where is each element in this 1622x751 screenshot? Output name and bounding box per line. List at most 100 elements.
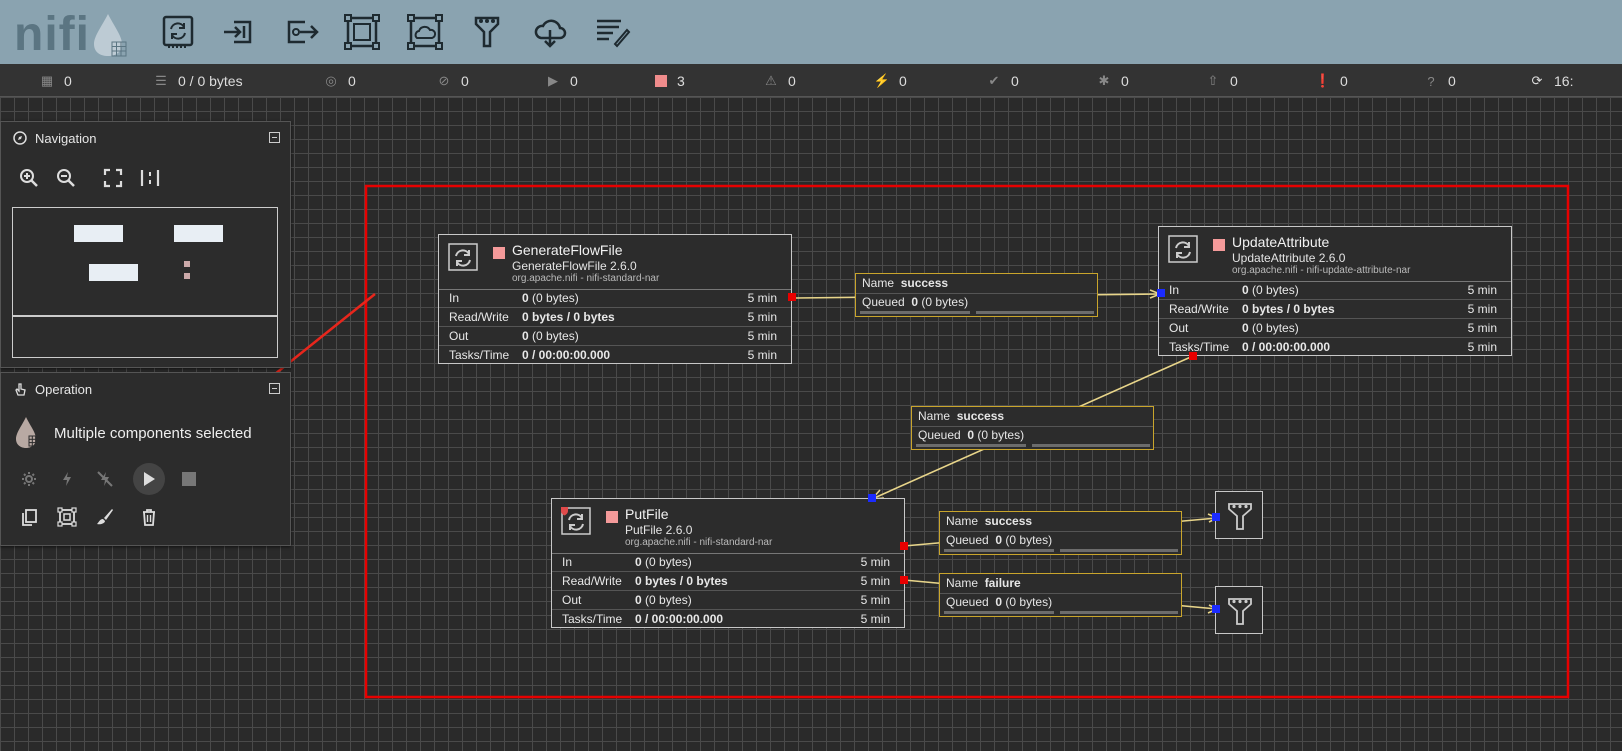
arrow-up-circle-icon: ⇧ [1207, 73, 1219, 88]
stat-row-in: In 0 (0 bytes) 5 min [1159, 281, 1511, 300]
stat-row-tasks: Tasks/Time 0 / 00:00:00.000 5 min [1169, 340, 1497, 354]
zoom-out-button[interactable] [55, 167, 77, 189]
queued-stat: ☰ 0 / 0 bytes [155, 73, 243, 89]
output-port-marker [1189, 352, 1197, 360]
configure-button[interactable] [15, 465, 43, 493]
processor-putfile[interactable]: PutFile PutFile 2.6.0 org.apache.nifi - … [551, 498, 905, 628]
collapse-operation-button[interactable] [269, 383, 280, 394]
funnel-icon [474, 16, 500, 48]
output-port-marker [900, 542, 908, 550]
transmitting-stat: ◎ 0 [325, 73, 356, 89]
stopped-state-icon [493, 247, 505, 259]
add-funnel-button[interactable] [466, 13, 508, 51]
zoom-in-button[interactable] [18, 167, 40, 189]
exclamation-circle-icon: ❗ [1314, 73, 1332, 88]
stat-row-in: In 0 (0 bytes) 5 min [439, 289, 791, 308]
stat-row-out: Out 0 (0 bytes) 5 min [552, 591, 904, 610]
play-icon [144, 472, 155, 486]
operation-header[interactable]: Operation [1, 373, 290, 405]
birdseye-view[interactable] [12, 207, 278, 358]
invalid-stat: ⚠ 0 [765, 73, 796, 89]
stop-icon [655, 75, 667, 87]
collapse-navigation-button[interactable] [269, 132, 280, 143]
refresh-stat[interactable]: ⟳ 16: [1530, 72, 1574, 90]
stopped-state-icon [606, 511, 618, 523]
navigation-header[interactable]: Navigation [1, 122, 290, 154]
stopped-stat: 3 [655, 72, 685, 90]
connection-label-success[interactable]: Name success Queued 0 (0 bytes) [939, 511, 1182, 555]
funnel-failure[interactable] [1215, 586, 1263, 634]
zoom-out-icon [57, 169, 75, 187]
operation-panel: Operation Multiple components selected [0, 372, 291, 546]
group-button[interactable] [53, 503, 81, 531]
group-icon [57, 507, 77, 527]
warning-icon: ⚠ [765, 73, 777, 88]
remote-process-group-icon [407, 14, 443, 50]
stat-row-readwrite: Read/Write 0 bytes / 0 bytes 5 min [552, 572, 904, 591]
running-stat: ▶ 0 [548, 73, 578, 89]
navigation-panel: Navigation [0, 121, 291, 368]
status-bar: ▦ 0 ☰ 0 / 0 bytes ◎ 0 ⊘ 0 ▶ 0 3 ⚠ 0 ⚡ 0 ✔ 0 ✱ 0 ⇧… [0, 64, 1622, 97]
actual-size-button[interactable] [139, 167, 161, 189]
add-input-port-button[interactable] [218, 13, 260, 51]
stat-row-in: In 0 (0 bytes) 5 min [552, 553, 904, 572]
processor-header: UpdateAttribute UpdateAttribute 2.6.0 or… [1159, 227, 1511, 282]
fit-to-screen-button[interactable] [102, 167, 124, 189]
add-remote-process-group-button[interactable] [404, 13, 446, 51]
delete-button[interactable] [135, 503, 163, 531]
add-label-button[interactable] [591, 13, 633, 51]
connection-label-success[interactable]: Name success Queued 0 (0 bytes) [911, 406, 1154, 450]
gear-icon [22, 472, 36, 486]
queue-bar [1032, 444, 1150, 447]
queue-bar [944, 549, 1054, 552]
add-template-button[interactable] [529, 13, 571, 51]
add-output-port-button[interactable] [281, 13, 323, 51]
processor-header: GenerateFlowFile GenerateFlowFile 2.6.0 … [439, 235, 791, 290]
nifi-logo: nifi [14, 6, 134, 61]
refresh-icon[interactable]: ⟳ [1530, 73, 1544, 88]
locally-modified-stale-stat: ❗ 0 [1314, 73, 1348, 89]
locally-modified-stat: ✱ 0 [1098, 73, 1129, 89]
stat-row-out: Out 0 (0 bytes) 5 min [1159, 319, 1511, 338]
processor-icon [162, 15, 194, 48]
stale-stat: ⇧ 0 [1207, 73, 1238, 89]
processor-header: PutFile PutFile 2.6.0 org.apache.nifi - … [552, 499, 904, 554]
asterisk-icon: ✱ [1098, 73, 1110, 88]
transmitting-icon: ◎ [325, 73, 337, 88]
zoom-in-icon [20, 169, 38, 187]
queue-bar [1060, 549, 1178, 552]
processor-generateflowfile[interactable]: GenerateFlowFile GenerateFlowFile 2.6.0 … [438, 234, 792, 364]
birdseye-processor [174, 225, 223, 242]
copy-button[interactable] [15, 503, 43, 531]
birdseye-processor [74, 225, 123, 242]
expand-icon [103, 168, 123, 188]
start-button[interactable] [133, 463, 165, 495]
queue-list-icon: ☰ [155, 73, 167, 88]
enable-button[interactable] [53, 465, 81, 493]
process-group-icon [344, 14, 380, 50]
output-port-marker [900, 576, 908, 584]
lightning-icon [63, 472, 71, 486]
top-header: nifi [0, 0, 1622, 64]
input-port-marker [1212, 513, 1220, 521]
not-transmitting-icon: ⊘ [438, 73, 450, 88]
processor-updateattribute[interactable]: UpdateAttribute UpdateAttribute 2.6.0 or… [1158, 226, 1512, 356]
disabled-stat: ⚡ 0 [873, 73, 907, 89]
funnel-success[interactable] [1215, 491, 1263, 539]
stop-button[interactable] [175, 465, 203, 493]
queue-bar [944, 611, 1054, 614]
add-process-group-button[interactable] [341, 13, 383, 51]
lightning-slash-icon [97, 471, 113, 487]
stopped-state-icon [1213, 239, 1225, 251]
disabled-icon: ⚡ [873, 73, 891, 88]
add-processor-button[interactable] [158, 13, 200, 51]
disable-button[interactable] [91, 465, 119, 493]
actual-size-icon [140, 170, 160, 186]
trash-icon [143, 509, 155, 526]
restricted-shield-icon [561, 507, 568, 516]
stat-row-tasks: Tasks/Time 0 / 00:00:00.000 5 min [449, 348, 777, 362]
connection-label-failure[interactable]: Name failure Queued 0 (0 bytes) [939, 573, 1182, 617]
stat-row-tasks: Tasks/Time 0 / 00:00:00.000 5 min [562, 612, 890, 626]
connection-label-success[interactable]: Name success Queued 0 (0 bytes) [855, 273, 1098, 317]
color-button[interactable] [91, 503, 119, 531]
